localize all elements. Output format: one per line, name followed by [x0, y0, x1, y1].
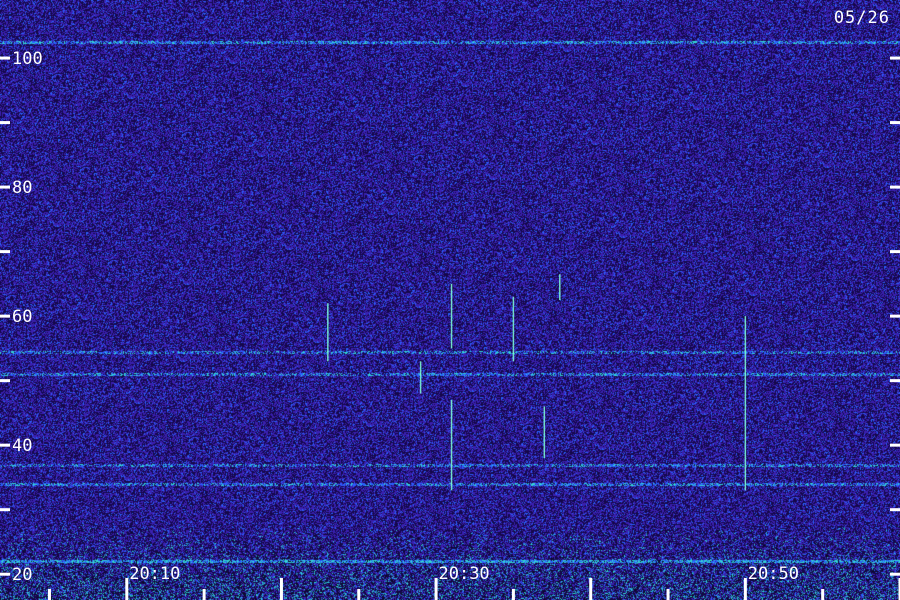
y-tick-right-100 — [890, 56, 900, 60]
y-axis-right-ticks — [890, 56, 900, 576]
x-tick-major-3 — [279, 578, 283, 600]
axis-overlay: 20 40 60 80 100 20:10 20:30 20:50 05/26 — [0, 8, 900, 600]
x-tick-label-2050: 20:50 — [748, 564, 799, 584]
y-tick-right-20 — [890, 572, 900, 576]
y-tick-right-30 — [890, 508, 900, 512]
y-axis-labels: 20 40 60 80 100 — [12, 49, 43, 585]
y-tick-label-60: 60 — [12, 307, 32, 327]
x-axis-labels: 20:10 20:30 20:50 — [129, 564, 799, 584]
y-tick-left-60 — [0, 314, 10, 318]
y-tick-right-70 — [890, 250, 900, 254]
x-tick-label-2030: 20:30 — [438, 564, 489, 584]
x-tick-major-7 — [589, 578, 593, 600]
x-tick-minor-4 — [357, 589, 361, 600]
y-tick-right-60 — [890, 314, 900, 318]
x-tick-major-9 — [743, 578, 747, 600]
y-tick-label-100: 100 — [12, 49, 43, 69]
y-tick-label-40: 40 — [12, 436, 32, 456]
x-tick-major-1 — [125, 578, 129, 600]
y-tick-right-80 — [890, 185, 900, 189]
y-tick-label-20: 20 — [12, 565, 32, 585]
y-tick-left-50 — [0, 379, 10, 383]
x-tick-minor-6 — [511, 589, 515, 600]
y-tick-left-20 — [0, 572, 10, 576]
x-tick-minor-10 — [821, 589, 825, 600]
y-tick-left-100 — [0, 56, 10, 60]
x-tick-label-2010: 20:10 — [129, 564, 180, 584]
y-tick-left-30 — [0, 508, 10, 512]
y-tick-left-80 — [0, 185, 10, 189]
y-tick-left-70 — [0, 250, 10, 254]
date-label: 05/26 — [834, 8, 890, 28]
y-axis-left-ticks — [0, 56, 10, 576]
x-tick-minor-2 — [202, 589, 206, 600]
meteor-streaks — [327, 274, 747, 491]
y-tick-right-40 — [890, 443, 900, 447]
x-tick-minor-8 — [666, 589, 670, 600]
y-tick-right-50 — [890, 379, 900, 383]
y-tick-left-90 — [0, 121, 10, 125]
y-tick-left-40 — [0, 443, 10, 447]
spectrogram-chart: 20 40 60 80 100 20:10 20:30 20:50 05/26 — [0, 0, 900, 600]
x-tick-major-5 — [434, 578, 438, 600]
y-tick-label-80: 80 — [12, 178, 32, 198]
y-tick-right-90 — [890, 121, 900, 125]
x-tick-minor-0 — [47, 589, 51, 600]
